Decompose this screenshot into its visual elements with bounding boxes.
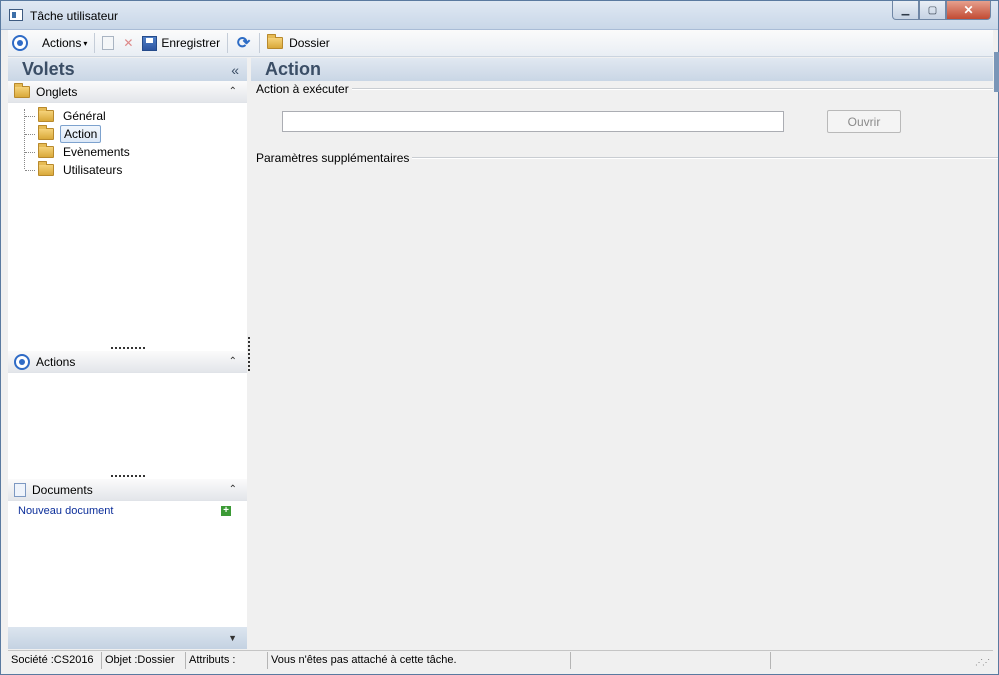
folder-icon [38,107,54,122]
window-edge [994,52,999,92]
target-icon [14,353,30,370]
tree-item-label: Action [60,125,102,143]
app-icon [9,9,23,21]
actions-section-title: Actions [36,354,76,369]
new-document-icon [102,36,115,50]
status-bar: Société :CS2016 Objet :Dossier Attributs… [8,650,993,669]
group-divider [412,157,998,159]
new-document-link[interactable]: Nouveau document [18,505,113,517]
tabs-tree: Général Action Evènements Utilisateurs [8,103,247,345]
left-panel-footer: ▼ [8,627,247,649]
chevron-down-icon: ▾ [83,38,88,48]
delete-icon: ✕ [123,36,134,50]
save-label: Enregistrer [161,36,221,50]
title-bar: Tâche utilisateur ▁ ▢ ✕ [1,1,998,30]
window: Tâche utilisateur ▁ ▢ ✕ Actions ▾ ✕ Enre… [0,0,999,675]
minimize-button[interactable]: ▁ [892,1,919,20]
tabs-section-header[interactable]: Onglets ⌃ [8,81,247,103]
tree-item-label: Utilisateurs [63,163,123,177]
target-icon [12,35,28,51]
actions-section-body [8,373,247,473]
action-input[interactable] [282,111,784,132]
collapse-section-icon[interactable]: ⌃ [229,86,237,97]
documents-section-title: Documents [32,482,93,497]
save-button[interactable]: Enregistrer [138,32,224,54]
vertical-splitter[interactable] [248,337,250,371]
refresh-button[interactable]: ⟳ [231,32,256,54]
open-button[interactable]: Ouvrir [827,110,901,133]
toolbar-separator [94,33,96,53]
add-icon[interactable]: + [221,506,231,516]
tree-item-general[interactable]: Général [18,107,247,125]
new-document-row: Nouveau document + [18,505,237,517]
toolbar: Actions ▾ ✕ Enregistrer ⟳ Dossier [8,30,993,57]
params-group: Paramètres supplémentaires [256,150,998,166]
chevron-down-icon[interactable]: ▼ [228,633,237,643]
action-group: Action à exécuter [256,81,993,97]
resize-grip-icon[interactable]: ⋰⋰ [975,658,990,667]
status-company: Société :CS2016 [8,651,102,669]
page-title: Action [265,59,321,79]
tree-item-action[interactable]: Action [18,125,247,143]
document-icon [14,482,26,497]
status-object: Objet :Dossier [102,651,186,669]
folder-button[interactable]: Dossier [263,32,334,54]
status-attributes: Attributs : [186,651,268,669]
status-empty [571,651,771,669]
collapse-section-icon[interactable]: ⌃ [229,356,237,367]
volets-header: Volets « [8,58,247,81]
tree-item-events[interactable]: Evènements [18,143,247,161]
action-group-label: Action à exécuter [256,82,349,96]
window-controls: ▁ ▢ ✕ [892,1,991,20]
toolbar-separator [259,33,261,53]
main-panel: Action Action à exécuter Ouvrir Paramètr… [251,58,998,649]
actions-menu-label: Actions [42,36,82,50]
status-message: Vous n'êtes pas attaché à cette tâche. [268,651,571,669]
volets-title: Volets [22,59,75,79]
tabs-section-title: Onglets [36,84,78,99]
documents-section-header[interactable]: Documents ⌃ [8,479,247,501]
actions-section-header[interactable]: Actions ⌃ [8,351,247,373]
folder-open-icon [38,125,54,140]
folder-icon [38,161,54,176]
new-button[interactable] [98,32,118,54]
tree-item-users[interactable]: Utilisateurs [18,161,247,179]
params-group-label: Paramètres supplémentaires [256,151,410,165]
tree-item-label: Général [63,109,106,123]
save-icon [142,35,158,51]
folder-icon [14,82,30,98]
group-divider [351,88,993,90]
tree-item-label: Evènements [63,145,130,159]
folder-icon [267,34,284,49]
toolbar-separator [227,33,229,53]
left-panel: Volets « Onglets ⌃ Général Action Evènem… [8,58,247,649]
close-button[interactable]: ✕ [946,1,991,20]
window-title: Tâche utilisateur [30,9,119,23]
documents-section-body: Nouveau document + [8,501,247,613]
actions-menu-button[interactable]: Actions ▾ [8,32,91,54]
delete-button[interactable]: ✕ [118,32,138,54]
refresh-icon: ⟳ [236,35,251,52]
action-header: Action [251,58,993,81]
collapse-section-icon[interactable]: ⌃ [229,484,237,495]
maximize-button[interactable]: ▢ [919,1,946,20]
folder-icon [38,143,54,158]
folder-label: Dossier [289,36,330,50]
collapse-panel-icon[interactable]: « [231,62,239,78]
